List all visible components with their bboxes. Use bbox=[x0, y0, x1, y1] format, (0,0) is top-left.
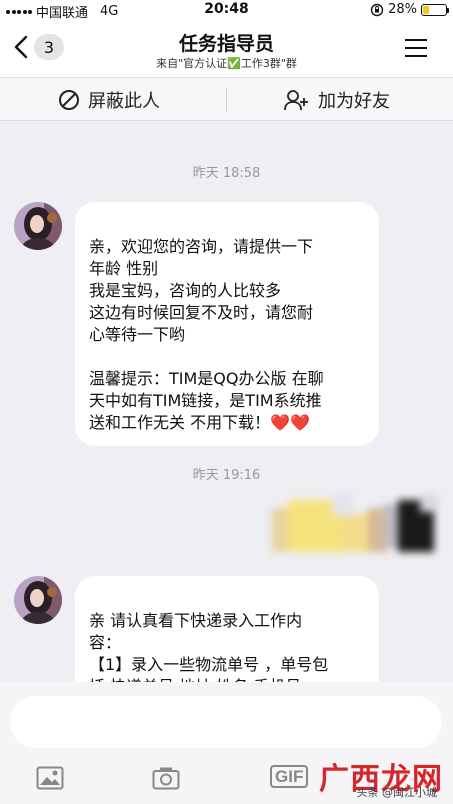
avatar-image bbox=[14, 576, 62, 624]
orientation-lock-icon bbox=[370, 3, 384, 16]
battery-percent: 28% bbox=[388, 2, 417, 17]
divider bbox=[226, 88, 227, 112]
gif-icon: GIF bbox=[270, 765, 309, 788]
block-icon bbox=[59, 89, 79, 110]
battery-fill bbox=[423, 5, 429, 14]
page-subtitle: 来自"官方认证✅工作3群"群 bbox=[156, 57, 297, 70]
avatar[interactable] bbox=[14, 202, 62, 250]
block-user-button[interactable]: 屏蔽此人 bbox=[58, 78, 160, 121]
blurred-image-message[interactable] bbox=[272, 494, 442, 556]
menu-icon[interactable] bbox=[405, 39, 427, 63]
camera-button[interactable] bbox=[152, 766, 180, 794]
message-bubble: 亲，欢迎您的咨询，请提供一下 年龄 性别 我是宝妈，咨询的人比较多 这边有时候回… bbox=[75, 202, 379, 446]
blurred-image bbox=[272, 494, 442, 556]
nav-header: 3 任务指导员 来自"官方认证✅工作3群"群 bbox=[0, 20, 453, 77]
action-bar: 屏蔽此人 加为好友 bbox=[0, 77, 453, 121]
status-right: 28% bbox=[370, 2, 449, 17]
block-user-label: 屏蔽此人 bbox=[88, 90, 160, 112]
gif-button[interactable]: GIF bbox=[270, 765, 309, 788]
message-timestamp: 昨天 18:58 bbox=[192, 166, 261, 181]
composer: GIF 广西龙网 头条 @闽江小城 bbox=[0, 682, 453, 804]
page-title: 任务指导员 bbox=[178, 33, 274, 55]
message-timestamp: 昨天 19:16 bbox=[192, 468, 261, 483]
watermark-source: 头条 @闽江小城 bbox=[356, 786, 438, 799]
heart-emoji: ❤️❤️ bbox=[270, 413, 310, 432]
avatar[interactable] bbox=[14, 576, 62, 624]
add-friend-label: 加为好友 bbox=[318, 90, 390, 112]
add-user-icon bbox=[284, 89, 308, 110]
avatar-image bbox=[14, 202, 62, 250]
message-text: 亲，欢迎您的咨询，请提供一下 年龄 性别 我是宝妈，咨询的人比较多 这边有时候回… bbox=[89, 237, 324, 432]
message-input[interactable] bbox=[10, 696, 442, 748]
status-bar: 中国联通 4G 20:48 28% bbox=[0, 0, 453, 21]
watermark: 广西龙网 头条 @闽江小城 bbox=[319, 754, 443, 799]
image-icon bbox=[36, 766, 64, 790]
camera-icon bbox=[152, 767, 180, 790]
battery-icon bbox=[421, 3, 449, 16]
image-button[interactable] bbox=[36, 766, 64, 794]
add-friend-button[interactable]: 加为好友 bbox=[284, 78, 390, 121]
